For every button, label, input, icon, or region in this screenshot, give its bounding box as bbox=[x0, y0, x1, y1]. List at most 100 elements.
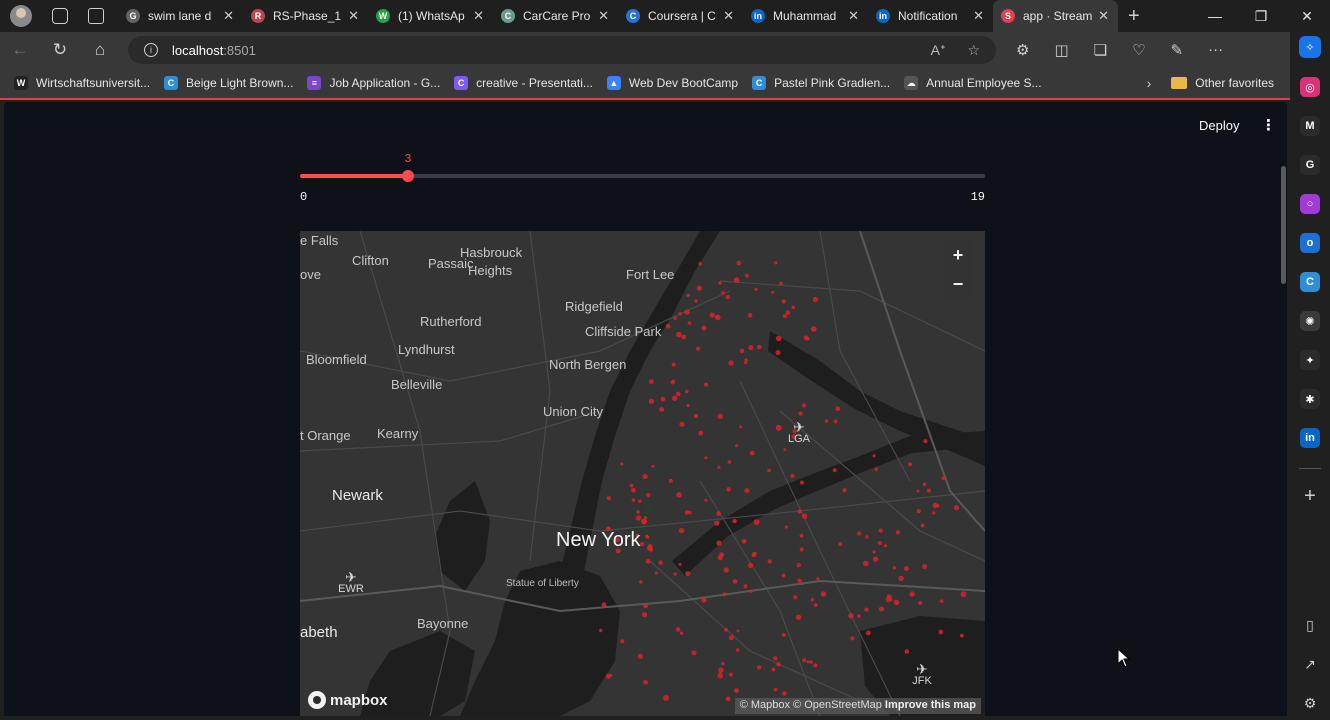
browser-tab[interactable]: in Muhammad ✕ bbox=[743, 0, 868, 32]
home-icon[interactable]: ⌂ bbox=[80, 40, 120, 60]
profile-avatar[interactable] bbox=[10, 5, 32, 27]
pickup-point bbox=[636, 510, 640, 514]
pickup-point bbox=[648, 398, 655, 404]
favorite-item[interactable]: ≡ Job Application - G... bbox=[307, 76, 440, 90]
pickup-point bbox=[673, 316, 677, 321]
gmail-icon[interactable]: M bbox=[1300, 116, 1320, 136]
pickup-point bbox=[721, 291, 725, 295]
pickup-point bbox=[675, 627, 681, 632]
add-sidebar-app-icon[interactable]: + bbox=[1304, 485, 1316, 508]
tab-actions-icon[interactable] bbox=[88, 8, 104, 24]
browser-tab[interactable]: in Notification ✕ bbox=[868, 0, 993, 32]
pickup-point bbox=[771, 667, 776, 672]
pickup-point bbox=[605, 673, 611, 679]
mapbox-logo[interactable]: mapbox bbox=[308, 691, 388, 709]
browser-tab[interactable]: Sapp · Stream ✕ bbox=[993, 0, 1118, 32]
browser-tab[interactable]: Gswim lane d ✕ bbox=[118, 0, 243, 32]
gemini-icon[interactable]: ✦ bbox=[1300, 350, 1320, 370]
favorite-label: Web Dev BootCamp bbox=[628, 76, 739, 90]
collections-icon[interactable]: ❏ bbox=[1094, 41, 1107, 59]
favorite-star-icon[interactable]: ☆ bbox=[967, 42, 980, 59]
pickup-map[interactable]: e Falls Clifton Passaic Hasbrouck Height… bbox=[300, 231, 985, 716]
favorite-favicon-icon: C bbox=[454, 76, 469, 90]
favorite-item[interactable]: C Beige Light Brown... bbox=[164, 76, 293, 90]
more-menu-icon[interactable]: ··· bbox=[1208, 41, 1223, 59]
favorite-item[interactable]: W Wirtschaftsuniversit... bbox=[14, 76, 150, 90]
browser-tab[interactable]: R RS-Phase_1 ✕ bbox=[243, 0, 368, 32]
pickup-point bbox=[704, 498, 708, 502]
read-aloud-icon[interactable]: Aᐩ bbox=[931, 42, 946, 59]
linkedin-icon[interactable]: in bbox=[1300, 428, 1320, 448]
close-window-icon[interactable]: ✕ bbox=[1284, 0, 1330, 32]
pickup-point bbox=[782, 691, 787, 696]
close-tab-icon[interactable]: ✕ bbox=[848, 8, 859, 24]
close-tab-icon[interactable]: ✕ bbox=[598, 8, 609, 24]
tab-favicon-icon: R bbox=[251, 9, 265, 23]
chevron-right-icon[interactable]: › bbox=[1147, 75, 1152, 91]
favorite-item[interactable]: C Pastel Pink Gradien... bbox=[752, 76, 890, 90]
other-favorites[interactable]: Other favorites bbox=[1171, 76, 1274, 90]
pickup-point bbox=[717, 672, 723, 679]
deploy-button[interactable]: Deploy bbox=[1199, 118, 1239, 133]
pickup-point bbox=[663, 695, 669, 701]
tab-bar: Gswim lane d ✕ R RS-Phase_1 ✕ W (1) WhatsAp ✕ C C… bbox=[0, 0, 1330, 32]
close-tab-icon[interactable]: ✕ bbox=[473, 8, 484, 24]
browser-tab[interactable]: C Coursera | C ✕ bbox=[618, 0, 743, 32]
close-tab-icon[interactable]: ✕ bbox=[223, 8, 234, 24]
slider-thumb[interactable] bbox=[402, 170, 414, 182]
pickup-point bbox=[698, 261, 702, 266]
pickup-point bbox=[799, 533, 804, 538]
address-input[interactable]: i localhost:8501 Aᐩ ☆ bbox=[128, 36, 996, 64]
favorites-bar: W Wirtschaftsuniversit... C Beige Light Bro… bbox=[0, 68, 1290, 100]
improve-map-link[interactable]: Improve this map bbox=[885, 699, 976, 711]
pickup-point bbox=[719, 552, 725, 558]
sidebar-panel-icon[interactable]: ▯ bbox=[1306, 617, 1314, 634]
zoom-out-button[interactable]: − bbox=[943, 270, 973, 299]
refresh-icon[interactable]: ↻ bbox=[40, 40, 80, 60]
pickup-point bbox=[926, 488, 931, 493]
pickup-point bbox=[691, 650, 697, 656]
favorite-item[interactable]: Ccreative - Presentati... bbox=[454, 76, 593, 90]
canva-icon[interactable]: C bbox=[1300, 272, 1320, 292]
browser-tab[interactable]: W (1) WhatsAp ✕ bbox=[368, 0, 493, 32]
slider-track[interactable] bbox=[300, 170, 985, 182]
workspaces-icon[interactable] bbox=[52, 8, 68, 24]
browser-tab[interactable]: C CarCare Pro ✕ bbox=[493, 0, 618, 32]
pickup-point bbox=[903, 566, 909, 571]
close-tab-icon[interactable]: ✕ bbox=[1098, 8, 1109, 24]
google-icon[interactable]: G bbox=[1300, 155, 1320, 175]
favorite-item[interactable]: ☁ Annual Employee S... bbox=[904, 76, 1042, 90]
favorite-item[interactable]: ▲ Web Dev BootCamp bbox=[606, 76, 739, 90]
split-screen-icon[interactable]: ◫ bbox=[1054, 41, 1068, 59]
circle-app-icon[interactable]: ○ bbox=[1300, 194, 1320, 214]
pickup-point bbox=[668, 478, 673, 483]
openai-icon[interactable]: ✺ bbox=[1300, 311, 1320, 331]
site-info-icon[interactable]: i bbox=[144, 43, 158, 57]
back-icon[interactable]: ← bbox=[0, 40, 40, 60]
pickup-point bbox=[725, 696, 731, 702]
close-tab-icon[interactable]: ✕ bbox=[723, 8, 734, 24]
restore-icon[interactable]: ❐ bbox=[1238, 0, 1284, 32]
close-tab-icon[interactable]: ✕ bbox=[348, 8, 359, 24]
new-tab-icon[interactable]: + bbox=[1128, 5, 1140, 28]
settings-gear-icon[interactable]: ⚙ bbox=[1304, 695, 1317, 712]
zoom-in-button[interactable]: + bbox=[943, 241, 973, 270]
instagram-icon[interactable]: ◎ bbox=[1300, 77, 1320, 97]
map-label: Clifton bbox=[352, 253, 389, 268]
pickup-point bbox=[863, 560, 869, 567]
perplexity-icon[interactable]: ✱ bbox=[1300, 389, 1320, 409]
pickup-point bbox=[798, 411, 803, 416]
external-link-icon[interactable]: ↗ bbox=[1304, 656, 1316, 673]
copilot-icon[interactable]: ✧ bbox=[1299, 36, 1321, 58]
main-menu-icon[interactable]: ⋮ bbox=[1261, 116, 1276, 134]
minimize-icon[interactable]: — bbox=[1192, 0, 1238, 32]
pickup-point bbox=[810, 326, 817, 332]
pickup-point bbox=[938, 629, 944, 635]
extensions-icon[interactable]: ⚙ bbox=[1016, 41, 1029, 59]
page-scrollbar[interactable] bbox=[1281, 166, 1286, 284]
browser-essentials-icon[interactable]: ♡ bbox=[1132, 41, 1145, 59]
map-label: Belleville bbox=[391, 377, 443, 392]
outlook-icon[interactable]: o bbox=[1300, 233, 1320, 253]
close-tab-icon[interactable]: ✕ bbox=[973, 8, 984, 24]
copilot-pen-icon[interactable]: ✎ bbox=[1171, 41, 1184, 59]
